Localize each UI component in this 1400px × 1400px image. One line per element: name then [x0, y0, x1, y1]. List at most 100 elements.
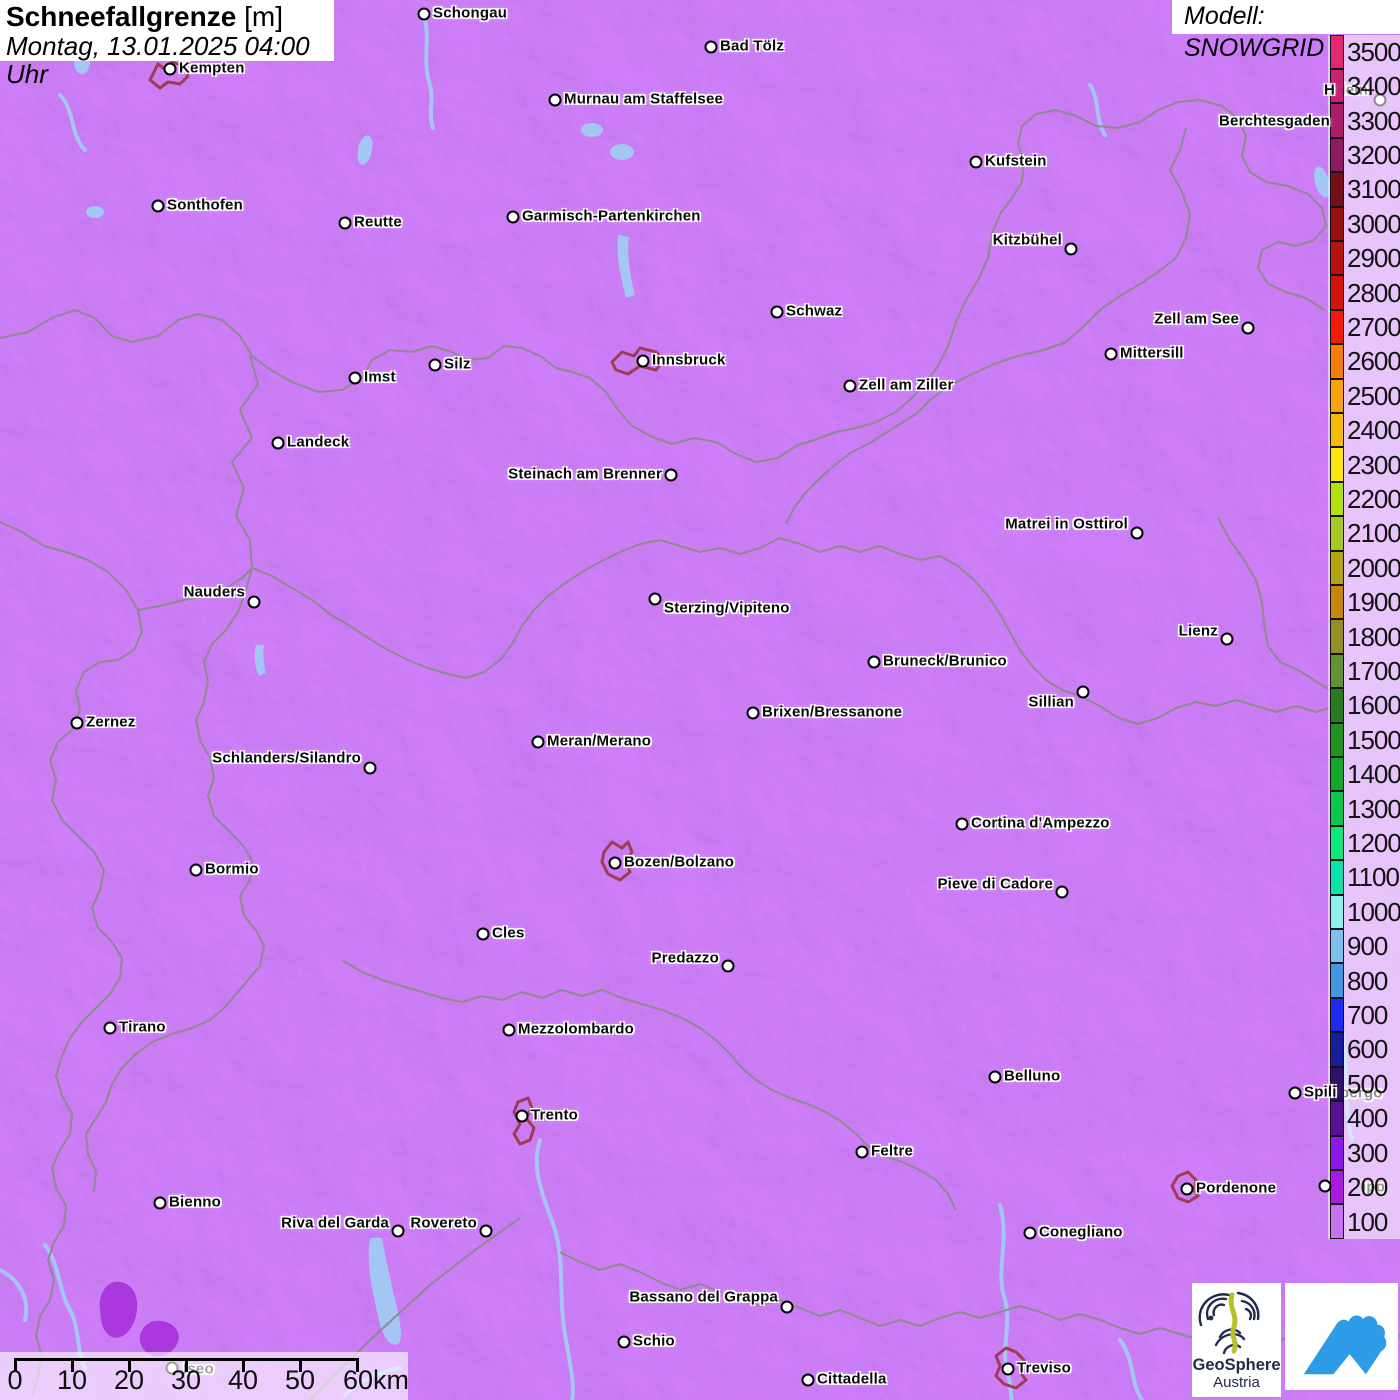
colorbar-value: 1200 [1347, 828, 1400, 859]
colorbar-swatch [1330, 825, 1344, 861]
colorbar-row: 2500 [1330, 378, 1400, 413]
scalebar-number: 50 [284, 1365, 316, 1395]
colorbar-value: 2800 [1347, 277, 1400, 308]
colorbar-value: 3100 [1347, 174, 1400, 205]
colorbar-row: 700 [1330, 997, 1400, 1033]
colorbar-value: 3200 [1347, 139, 1400, 170]
mountain-cloud-logo-icon [1303, 1314, 1386, 1374]
colorbar-row: 2400 [1330, 412, 1400, 448]
colorbar-value: 2700 [1347, 311, 1400, 342]
colorbar-row: 3300 [1330, 103, 1400, 138]
colorbar-swatch [1330, 206, 1344, 241]
colorbar-row: 400 [1330, 1101, 1400, 1136]
distance-scalebar: 0 10 20 30 40 50 60km [0, 1352, 410, 1400]
partner-logo-box [1285, 1283, 1398, 1390]
colorbar-row: 1900 [1330, 585, 1400, 620]
colorbar-row: 3400 [1330, 68, 1400, 104]
colorbar-value: 600 [1347, 1034, 1388, 1065]
colorbar-swatch [1330, 1135, 1344, 1170]
colorbar-value: 2900 [1347, 243, 1400, 274]
colorbar-swatch [1330, 585, 1344, 620]
colorbar-value: 1400 [1347, 759, 1400, 790]
colorbar-swatch [1330, 722, 1344, 758]
colorbar-row: 1100 [1330, 860, 1400, 895]
colorbar-swatch [1330, 309, 1344, 345]
scalebar-number: 0 [7, 1365, 23, 1395]
colorbar-row: 1600 [1330, 688, 1400, 723]
scalebar-number: 10 [56, 1365, 88, 1395]
colorbar-swatch [1330, 103, 1344, 138]
colorbar-swatch [1330, 550, 1344, 585]
colorbar-value: 800 [1347, 965, 1388, 996]
colorbar-swatch [1330, 275, 1344, 310]
colorbar-row: 500 [1330, 1066, 1400, 1102]
colorbar-row: 2900 [1330, 240, 1400, 276]
colorbar-swatch [1330, 447, 1344, 482]
model-label: Modell: SNOWGRID [1184, 2, 1325, 62]
colorbar-value: 700 [1347, 1000, 1388, 1031]
colorbar-swatch [1330, 516, 1344, 551]
colorbar-value: 2300 [1347, 449, 1400, 480]
scalebar-number: 20 [113, 1365, 145, 1395]
colorbar-swatch [1330, 1066, 1344, 1102]
colorbar-row: 2300 [1330, 447, 1400, 482]
geosphere-logo-box: GeoSphere Austria [1192, 1283, 1281, 1397]
colorbar-row: 1200 [1330, 825, 1400, 861]
colorbar-row: 100 [1330, 1204, 1400, 1239]
scalebar-number: 60km [342, 1365, 410, 1395]
colorbar-row: 1500 [1330, 722, 1400, 758]
colorbar-swatch [1330, 929, 1344, 964]
colorbar-value: 400 [1347, 1103, 1388, 1134]
colorbar-swatch [1330, 688, 1344, 723]
colorbar-swatch [1330, 34, 1344, 69]
colorbar-swatch [1330, 757, 1344, 792]
colorbar-value: 1100 [1347, 862, 1400, 893]
colorbar-swatch [1330, 619, 1344, 654]
colorbar-swatch [1330, 1169, 1344, 1205]
colorbar-rows: 3500 3400 3300 3200 3100 3000 2900 2800 2700 2600… [1330, 34, 1400, 1239]
colorbar-value: 2600 [1347, 346, 1400, 377]
colorbar-swatch [1330, 412, 1344, 448]
colorbar-row: 2100 [1330, 516, 1400, 551]
colorbar-row: 2200 [1330, 481, 1400, 517]
scalebar-number: 40 [227, 1365, 259, 1395]
geosphere-logo-country: Austria [1213, 1374, 1260, 1391]
colorbar-value: 1300 [1347, 793, 1400, 824]
colorbar-value: 500 [1347, 1068, 1388, 1099]
colorbar-row: 2700 [1330, 309, 1400, 345]
colorbar-value: 200 [1347, 1172, 1388, 1203]
colorbar-row: 1700 [1330, 653, 1400, 689]
map-title-box: Schneefallgrenze [m] Montag, 13.01.2025 … [0, 0, 334, 88]
colorbar-row: 200 [1330, 1169, 1400, 1205]
colorbar-swatch [1330, 860, 1344, 895]
colorbar-swatch [1330, 137, 1344, 173]
colorbar-value: 900 [1347, 931, 1388, 962]
colorbar-value: 1800 [1347, 621, 1400, 652]
colorbar-swatch [1330, 894, 1344, 930]
map-canvas [0, 0, 1400, 1400]
colorbar-value: 2100 [1347, 518, 1400, 549]
colorbar-row: 3200 [1330, 137, 1400, 173]
colorbar-swatch [1330, 653, 1344, 689]
colorbar-swatch [1330, 240, 1344, 276]
colorbar-swatch [1330, 378, 1344, 413]
map-timestamp: Montag, 13.01.2025 04:00 Uhr [6, 31, 310, 89]
colorbar-value: 1500 [1347, 724, 1400, 755]
colorbar-swatch [1330, 1032, 1344, 1067]
colorbar-row: 1000 [1330, 894, 1400, 930]
elevation-colorbar: 3500 3400 3300 3200 3100 3000 2900 2800 2700 2600… [1328, 34, 1400, 1239]
scalebar-number: 30 [170, 1365, 202, 1395]
colorbar-value: 2000 [1347, 552, 1400, 583]
colorbar-swatch [1330, 68, 1344, 104]
colorbar-value: 2500 [1347, 380, 1400, 411]
colorbar-swatch [1330, 1101, 1344, 1136]
model-label-box: Modell: SNOWGRID [1172, 0, 1400, 62]
colorbar-swatch [1330, 344, 1344, 379]
colorbar-value: 1700 [1347, 656, 1400, 687]
colorbar-value: 2200 [1347, 483, 1400, 514]
colorbar-value: 1000 [1347, 896, 1400, 927]
colorbar-row: 1800 [1330, 619, 1400, 654]
colorbar-row: 300 [1330, 1135, 1400, 1170]
colorbar-value: 3000 [1347, 208, 1400, 239]
colorbar-row: 900 [1330, 929, 1400, 964]
